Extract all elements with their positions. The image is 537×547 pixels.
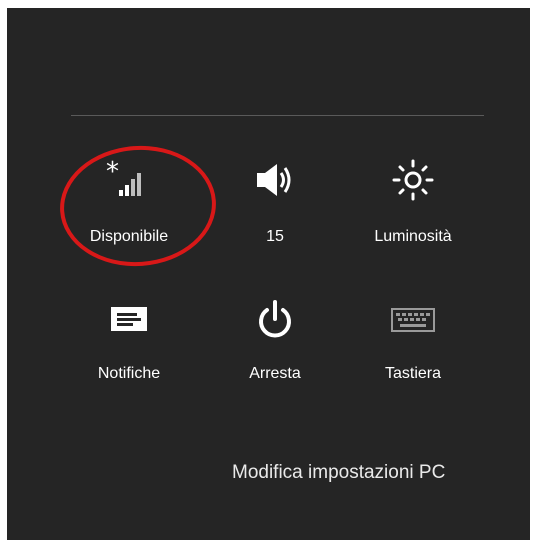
power-tile[interactable]: Arresta <box>215 8 335 382</box>
speaker-volume-icon <box>215 158 335 202</box>
keyboard-tile[interactable]: Tastiera <box>353 8 473 382</box>
settings-charm-panel: * Disponibile 15 Luminosità Notifiche Ar… <box>7 8 530 540</box>
brightness-label: Luminosità <box>374 228 452 245</box>
keyboard-icon <box>353 298 473 342</box>
network-signal-icon: * <box>69 158 189 202</box>
power-icon <box>215 298 335 342</box>
svg-text:*: * <box>106 160 119 187</box>
notifications-icon <box>69 298 189 342</box>
brightness-sun-icon <box>353 158 473 202</box>
change-pc-settings-link[interactable]: Modifica impostazioni PC <box>232 462 445 484</box>
notifications-tile[interactable]: Notifiche <box>69 8 189 382</box>
volume-label: 15 <box>266 228 284 245</box>
network-label: Disponibile <box>89 228 169 245</box>
keyboard-label: Tastiera <box>384 365 442 382</box>
power-label: Arresta <box>249 365 301 382</box>
notifications-label: Notifiche <box>97 365 161 382</box>
